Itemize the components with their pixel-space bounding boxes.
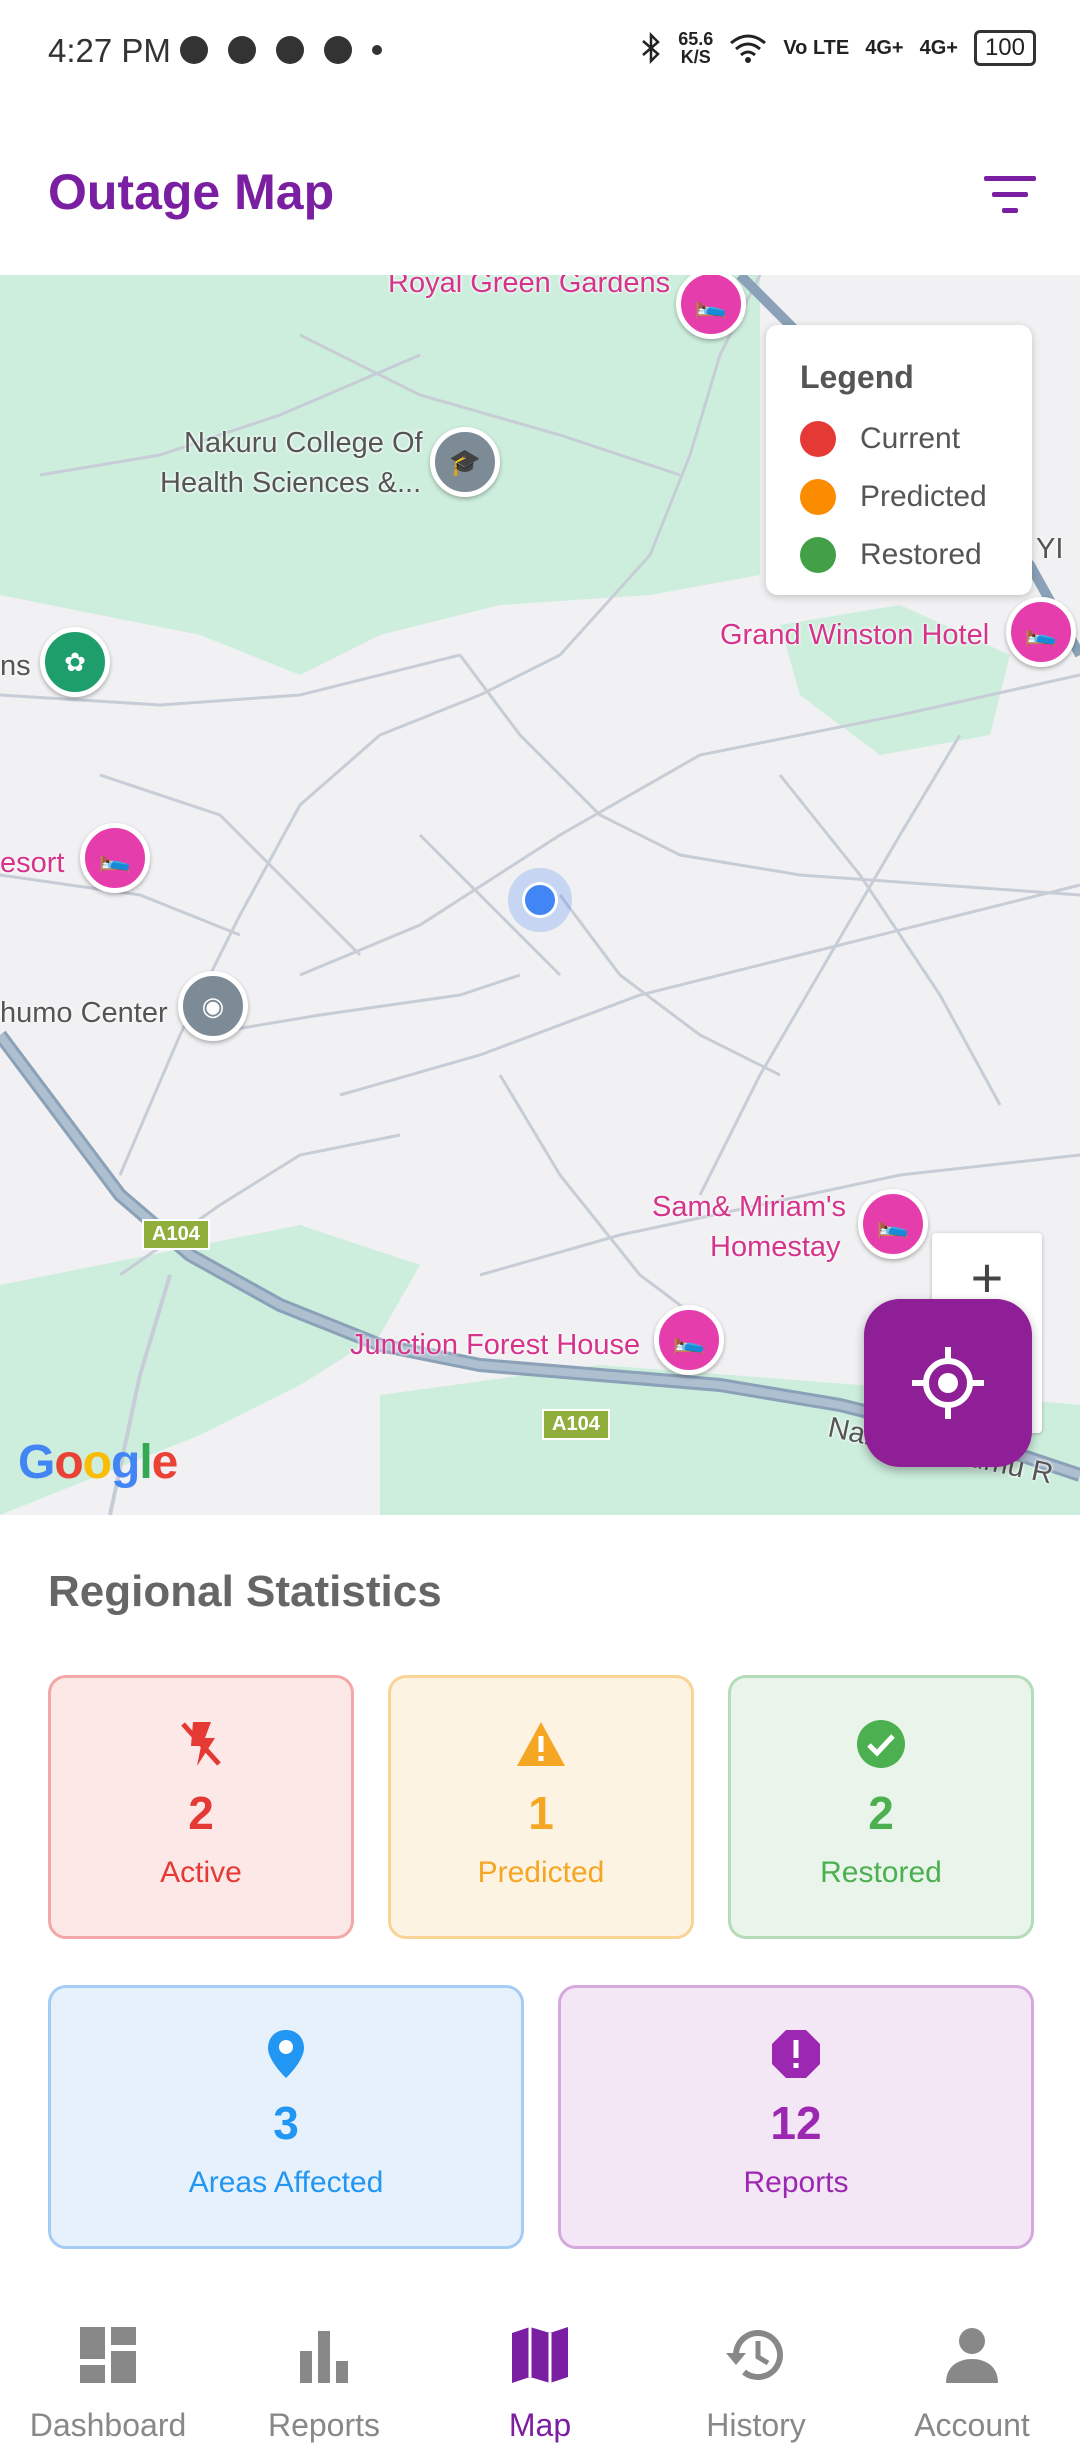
legend-item-restored: Restored bbox=[800, 537, 982, 573]
bottom-navigation: Dashboard Reports Map History Account bbox=[0, 2295, 1080, 2460]
stat-value: 12 bbox=[770, 2097, 822, 2149]
system-icons: 65.6 K/S Vo LTE 4G+ 4G+ 100 bbox=[640, 30, 1036, 66]
location-pin-icon bbox=[51, 2028, 521, 2080]
map-icon bbox=[432, 2325, 648, 2395]
school-pin-icon[interactable]: 🎓 bbox=[430, 427, 500, 497]
nav-item-reports[interactable]: Reports bbox=[216, 2325, 432, 2444]
nav-label: Map bbox=[508, 2407, 572, 2443]
hotel-pin-icon[interactable]: 🛌 bbox=[80, 823, 150, 893]
poi-resort-partial[interactable]: esort bbox=[0, 847, 64, 880]
stat-label: Predicted bbox=[477, 1856, 605, 1889]
stat-value: 1 bbox=[528, 1787, 554, 1839]
network-speed: 65.6 K/S bbox=[678, 30, 713, 66]
hotel-pin-icon[interactable]: 🛌 bbox=[1006, 597, 1076, 667]
my-location-button[interactable] bbox=[864, 1299, 1032, 1467]
legend-title: Legend bbox=[800, 359, 914, 395]
stat-value: 2 bbox=[188, 1787, 214, 1839]
speed-unit: K/S bbox=[680, 47, 711, 67]
history-icon bbox=[648, 2325, 864, 2395]
legend-item-predicted: Predicted bbox=[800, 479, 987, 515]
stat-card-predicted[interactable]: 1 Predicted bbox=[388, 1675, 694, 1939]
garden-pin-icon[interactable]: ✿ bbox=[40, 627, 110, 697]
nav-label: Account bbox=[914, 2407, 1030, 2443]
person-icon bbox=[864, 2325, 1080, 2395]
poi-sam-miriam-line2[interactable]: Homestay bbox=[710, 1231, 841, 1264]
battery-icon: 100 bbox=[973, 30, 1036, 66]
stat-card-restored[interactable]: 2 Restored bbox=[728, 1675, 1034, 1939]
road-shield-a104: A104 bbox=[542, 1409, 610, 1440]
nav-item-history[interactable]: History bbox=[648, 2325, 864, 2444]
orange-dot-icon bbox=[800, 479, 836, 515]
legend-label: Predicted bbox=[860, 480, 987, 513]
hotel-pin-icon[interactable]: 🛌 bbox=[654, 1305, 724, 1375]
chat-icon bbox=[276, 36, 304, 64]
poi-nakuru-college-line1[interactable]: Nakuru College Of bbox=[184, 427, 423, 460]
facebook-icon bbox=[180, 36, 208, 64]
outage-map[interactable]: Royal Green Gardens 🛌 Nakuru College Of … bbox=[0, 275, 1080, 1515]
stat-label: Areas Affected bbox=[188, 2166, 384, 2199]
nav-item-map[interactable]: Map bbox=[432, 2325, 648, 2444]
bluetooth-icon bbox=[642, 32, 661, 64]
poi-junction-forest-house[interactable]: Junction Forest House bbox=[350, 1329, 640, 1362]
poi-nakuru-college-line2[interactable]: Health Sciences &... bbox=[160, 467, 421, 500]
nav-label: Dashboard bbox=[29, 2407, 187, 2443]
stat-value: 3 bbox=[273, 2097, 299, 2149]
notification-icons bbox=[180, 36, 382, 64]
speed-value: 65.6 bbox=[678, 29, 714, 49]
stat-card-active[interactable]: 2 Active bbox=[48, 1675, 354, 1939]
stat-label: Active bbox=[160, 1856, 242, 1889]
stat-card-reports[interactable]: 12 Reports bbox=[558, 1985, 1034, 2249]
signal-1: 4G+ bbox=[865, 36, 904, 59]
signal-2: 4G+ bbox=[919, 36, 958, 59]
wifi-icon bbox=[730, 34, 767, 63]
status-time: 4:27 PM bbox=[48, 32, 171, 69]
nav-item-dashboard[interactable]: Dashboard bbox=[0, 2325, 216, 2444]
stat-value: 2 bbox=[868, 1787, 894, 1839]
app-bar: Outage Map bbox=[0, 105, 1080, 275]
binance-icon bbox=[324, 36, 352, 64]
warning-icon bbox=[391, 1718, 691, 1770]
poi-grand-winston-hotel[interactable]: Grand Winston Hotel bbox=[720, 619, 989, 652]
map-legend: Legend Current Predicted Restored bbox=[766, 325, 1032, 595]
google-logo: Google bbox=[18, 1436, 178, 1489]
poi-gardens-partial[interactable]: ns bbox=[0, 650, 31, 683]
check-circle-icon bbox=[731, 1718, 1031, 1770]
filter-list-icon[interactable] bbox=[980, 170, 1040, 220]
hotel-pin-icon[interactable]: 🛌 bbox=[858, 1189, 928, 1259]
gps-fixed-icon bbox=[912, 1347, 984, 1419]
page-title: Outage Map bbox=[48, 164, 335, 220]
more-dot-icon bbox=[372, 45, 382, 55]
stat-label: Restored bbox=[820, 1856, 942, 1889]
stat-card-areas-affected[interactable]: 3 Areas Affected bbox=[48, 1985, 524, 2249]
report-icon bbox=[561, 2028, 1031, 2080]
volte-label: Vo LTE bbox=[783, 36, 850, 59]
status-bar: 4:27 PM 65.6 K/S Vo LTE 4G+ 4G+ 100 bbox=[0, 0, 1080, 105]
poi-partial-label: YI bbox=[1036, 533, 1064, 565]
poi-royal-green-gardens[interactable]: Royal Green Gardens bbox=[388, 275, 670, 300]
nav-label: Reports bbox=[267, 2407, 381, 2443]
regional-statistics-panel: Regional Statistics 2 Active 1 Predicted… bbox=[0, 1515, 1080, 2295]
legend-item-current: Current bbox=[800, 421, 960, 457]
place-pin-icon[interactable]: ◉ bbox=[178, 971, 248, 1041]
stat-label: Reports bbox=[743, 2166, 849, 2199]
poi-humo-center[interactable]: humo Center bbox=[0, 997, 168, 1030]
green-dot-icon bbox=[800, 537, 836, 573]
my-location-marker bbox=[508, 868, 572, 932]
legend-label: Restored bbox=[860, 538, 982, 571]
dashboard-icon bbox=[0, 2325, 216, 2395]
poi-sam-miriam-line1[interactable]: Sam& Miriam's bbox=[652, 1191, 846, 1224]
nav-item-account[interactable]: Account bbox=[864, 2325, 1080, 2444]
road-shield-a104: A104 bbox=[142, 1219, 210, 1250]
flash-off-icon bbox=[51, 1718, 351, 1770]
red-dot-icon bbox=[800, 421, 836, 457]
bar-chart-icon bbox=[216, 2325, 432, 2395]
tumblr-icon bbox=[228, 36, 256, 64]
section-title: Regional Statistics bbox=[48, 1567, 442, 1616]
legend-label: Current bbox=[860, 422, 961, 455]
nav-label: History bbox=[706, 2407, 806, 2443]
